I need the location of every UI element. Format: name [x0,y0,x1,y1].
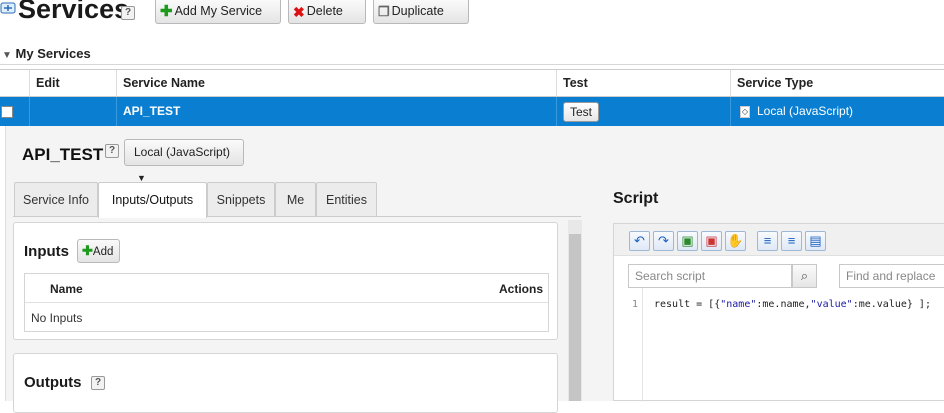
line-number: 1 [632,299,639,310]
search-icon[interactable]: ⌕ [792,264,817,288]
plus-icon: ✚ [82,243,93,258]
col-service-type: Service Type [730,70,944,96]
outputs-panel: Outputs ? [13,353,558,413]
duplicate-button[interactable]: ❐ Duplicate [373,0,469,24]
service-name-title: API_TEST [22,145,104,164]
search-script-input[interactable]: Search script [628,264,792,288]
add-my-service-button[interactable]: ✚ Add My Service [155,0,281,24]
add-comment-icon[interactable]: ▣ [677,231,698,251]
remove-comment-icon[interactable]: ▣ [701,231,722,251]
duplicate-label: Duplicate [391,4,444,18]
code-string: "name" [720,299,757,310]
x-icon: ✖ [293,3,305,20]
tab-entities[interactable]: Entities [316,182,377,217]
divider [0,64,944,65]
inputs-table-header: Name Actions [25,274,548,303]
col-edit: Edit [29,70,116,96]
services-icon [0,0,16,16]
scrollbar-thumb[interactable] [569,234,581,401]
plus-icon: ✚ [160,2,173,20]
add-input-label: Add [92,246,114,258]
add-input-button[interactable]: ✚Add [77,239,121,263]
test-button[interactable]: Test [563,102,600,122]
row-edit-cell[interactable] [29,97,116,126]
delete-button[interactable]: ✖ Delete [288,0,366,24]
row-checkbox[interactable] [1,106,13,118]
editor-toolbar: ↶ ↷ ▣ ▣ ✋ ≡ ≡ ▤ [614,224,944,256]
col-test: Test [556,70,730,96]
no-inputs-text: No Inputs [31,311,83,325]
grid-header: Edit Service Name Test Service Type [0,69,944,97]
find-replace-placeholder: Find and replace [846,269,936,283]
code-plain: :me.name, [756,299,811,310]
add-my-service-label: Add My Service [174,4,263,18]
row-test-cell: Test [556,97,730,126]
col-actions: Actions [498,282,543,296]
my-services-header[interactable]: ▼ My Services [2,46,91,61]
section-title: My Services [15,46,91,61]
script-title: Script [613,190,659,207]
tab-content: Inputs ✚Add Name Actions No Inputs Outpu… [13,216,581,413]
undo-icon[interactable]: ↶ [629,231,650,251]
service-type-dropdown-value: Local (JavaScript) [134,145,231,159]
row-service-type: Local (JavaScript) [757,104,854,118]
code-text: result = [{"name":me.name,"value":me.val… [654,297,931,313]
redo-icon[interactable]: ↷ [653,231,674,251]
col-service-name: Service Name [116,70,556,96]
outdent-icon[interactable]: ≡ [781,231,802,251]
col-select [0,70,29,96]
help-icon[interactable]: ? [105,144,119,158]
row-service-type-cell: ◇ Local (JavaScript) [730,97,944,126]
service-detail-panel: API_TEST ? Local (JavaScript) ▼ Service … [5,126,944,413]
tab-inputs-outputs[interactable]: Inputs/Outputs [98,182,207,218]
code-plain: :me.value} ]; [852,299,931,310]
outputs-title: Outputs [24,374,82,391]
inputs-panel: Inputs ✚Add Name Actions No Inputs [13,222,558,340]
code-plain: result = [{ [654,299,721,310]
javascript-file-icon: ◇ [740,106,750,118]
indent-icon[interactable]: ≡ [757,231,778,251]
script-editor: ↶ ↷ ▣ ▣ ✋ ≡ ≡ ▤ Search script ⌕ Find and… [613,223,944,402]
tab-me[interactable]: Me [275,182,316,217]
tab-service-info[interactable]: Service Info [14,182,98,217]
code-line[interactable]: 1 result = [{"name":me.name,"value":me.v… [614,297,944,313]
page-title: Services [18,0,130,24]
page-header: Services ? ✚ Add My Service ✖ Delete ❐ Dupl… [0,0,944,40]
col-name: Name [50,282,83,296]
search-script-placeholder: Search script [635,269,706,283]
code-string: "value" [810,299,853,310]
help-icon[interactable]: ? [91,376,105,390]
table-row[interactable]: API_TEST Test ◇ Local (JavaScript) [0,97,944,126]
collapse-triangle-icon: ▼ [2,50,12,61]
thumbs-up-icon[interactable]: ✋ [725,231,746,251]
tab-snippets[interactable]: Snippets [207,182,275,217]
row-select-cell [0,97,29,126]
find-replace-input[interactable]: Find and replace [839,264,944,288]
service-type-dropdown[interactable]: Local (JavaScript) ▼ [124,139,244,183]
help-icon[interactable]: ? [121,6,135,20]
delete-label: Delete [306,4,343,18]
inputs-title: Inputs [24,243,69,260]
duplicate-icon: ❐ [378,3,390,19]
row-service-name: API_TEST [116,97,556,126]
inputs-table: Name Actions No Inputs [24,273,549,332]
format-icon[interactable]: ▤ [805,231,826,251]
